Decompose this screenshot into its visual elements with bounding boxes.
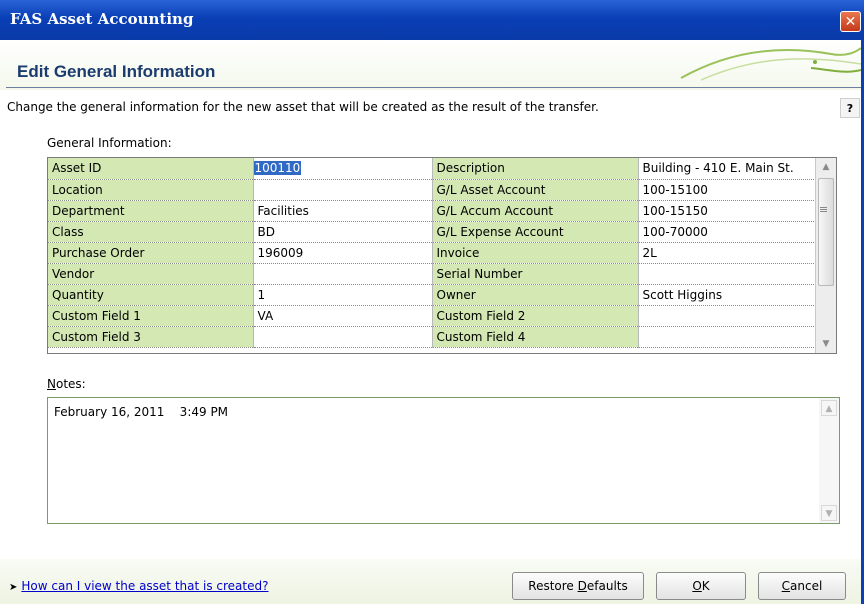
- field-value[interactable]: VA: [253, 305, 433, 327]
- notes-content: February 16, 2011 3:49 PM: [54, 405, 229, 419]
- footer-bar: ➤ How can I view the asset that is create…: [0, 559, 861, 604]
- field-value[interactable]: 196009: [253, 242, 433, 264]
- scroll-up-icon[interactable]: ▲: [816, 158, 836, 176]
- field-label: Class: [48, 221, 254, 243]
- cancel-button[interactable]: Cancel: [758, 572, 846, 600]
- field-value[interactable]: 100-15150: [638, 200, 814, 222]
- field-label: Vendor: [48, 263, 254, 285]
- field-value[interactable]: Scott Higgins: [638, 284, 814, 306]
- field-label: G/L Expense Account: [432, 221, 639, 243]
- header-divider: [6, 87, 861, 88]
- field-label: Custom Field 3: [48, 326, 254, 348]
- grid-row: Department Facilities G/L Accum Account 100…: [48, 200, 814, 222]
- field-value[interactable]: 100-70000: [638, 221, 814, 243]
- field-label: Description: [432, 158, 639, 180]
- notes-label: Notes:: [47, 377, 86, 391]
- grid-scrollbar[interactable]: ▲ ▼: [815, 158, 836, 353]
- help-link[interactable]: ➤ How can I view the asset that is create…: [9, 579, 269, 593]
- page-title: Edit General Information: [17, 62, 216, 81]
- field-label: Serial Number: [432, 263, 639, 285]
- field-label: Custom Field 4: [432, 326, 639, 348]
- field-value[interactable]: Building - 410 E. Main St.: [638, 158, 814, 180]
- field-value[interactable]: BD: [253, 221, 433, 243]
- scroll-grip-icon: [820, 207, 827, 208]
- field-value[interactable]: [638, 305, 814, 327]
- grid-row: Location G/L Asset Account 100-15100: [48, 179, 814, 201]
- notes-textarea[interactable]: February 16, 2011 3:49 PM ▲ ▼: [47, 397, 840, 524]
- field-value[interactable]: [638, 263, 814, 285]
- scroll-thumb[interactable]: [818, 178, 834, 286]
- ok-button[interactable]: OK: [656, 572, 746, 600]
- link-arrow-icon: ➤: [9, 582, 18, 593]
- field-value[interactable]: 1: [253, 284, 433, 306]
- swoosh-decoration-icon: [680, 47, 861, 81]
- field-value[interactable]: [253, 179, 433, 201]
- notes-scroll-up-icon[interactable]: ▲: [821, 400, 837, 416]
- grid-row: Purchase Order 196009 Invoice 2L: [48, 242, 814, 264]
- selected-value[interactable]: 100110: [253, 161, 302, 176]
- field-label: Quantity: [48, 284, 254, 306]
- header-banner: Edit General Information: [0, 40, 861, 90]
- field-label: Asset ID: [48, 158, 254, 180]
- page-description: Change the general information for the n…: [7, 100, 599, 114]
- general-information-grid: Asset ID 100110 Description Building - 410 …: [47, 157, 837, 354]
- grid-row: Vendor Serial Number: [48, 263, 814, 285]
- field-label: G/L Asset Account: [432, 179, 639, 201]
- notes-scroll-down-icon[interactable]: ▼: [821, 505, 837, 521]
- window-title: FAS Asset Accounting: [10, 10, 194, 28]
- field-label: Invoice: [432, 242, 639, 264]
- field-value[interactable]: [253, 326, 433, 348]
- field-label: G/L Accum Account: [432, 200, 639, 222]
- field-label: Owner: [432, 284, 639, 306]
- notes-scrollbar[interactable]: ▲ ▼: [819, 398, 839, 523]
- grid-row: Custom Field 1 VA Custom Field 2: [48, 305, 814, 327]
- field-label: Location: [48, 179, 254, 201]
- grid-row: Asset ID 100110 Description Building - 410 …: [48, 158, 814, 180]
- restore-defaults-button[interactable]: Restore Defaults: [512, 572, 644, 600]
- field-value[interactable]: 100110: [253, 158, 433, 180]
- field-label: Department: [48, 200, 254, 222]
- field-label: Custom Field 1: [48, 305, 254, 327]
- grid-row: Quantity 1 Owner Scott Higgins: [48, 284, 814, 306]
- field-label: Purchase Order: [48, 242, 254, 264]
- field-value[interactable]: Facilities: [253, 200, 433, 222]
- dialog-body: Edit General Information Change the gene…: [0, 40, 864, 604]
- field-value[interactable]: [253, 263, 433, 285]
- help-icon[interactable]: ?: [840, 98, 860, 118]
- grid-row: Class BD G/L Expense Account 100-70000: [48, 221, 814, 243]
- field-value[interactable]: [638, 326, 814, 348]
- field-label: Custom Field 2: [432, 305, 639, 327]
- grid-row: Custom Field 3 Custom Field 4: [48, 326, 814, 348]
- scroll-down-icon[interactable]: ▼: [816, 335, 836, 353]
- field-value[interactable]: 2L: [638, 242, 814, 264]
- close-icon[interactable]: ✕: [840, 11, 861, 32]
- title-bar: FAS Asset Accounting ✕: [0, 0, 864, 40]
- field-value[interactable]: 100-15100: [638, 179, 814, 201]
- general-information-label: General Information:: [47, 136, 172, 150]
